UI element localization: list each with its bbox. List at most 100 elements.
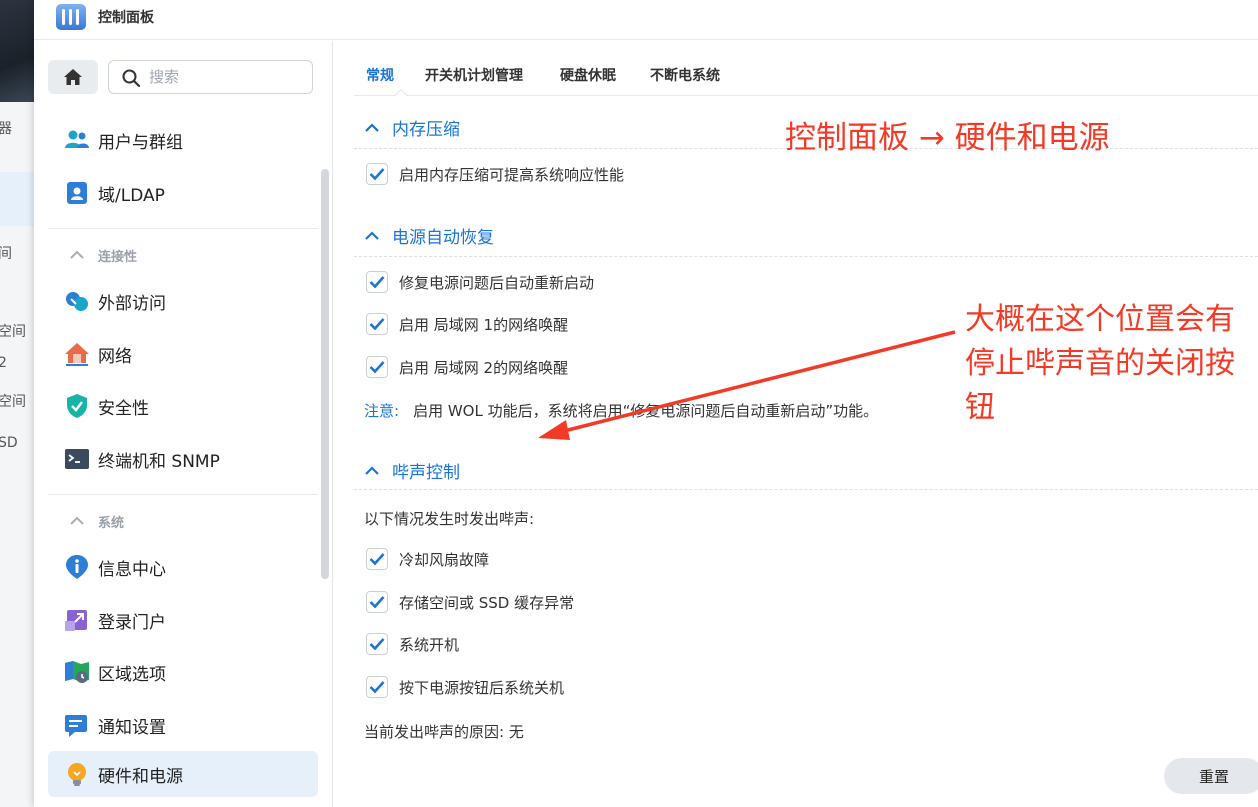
- checkmark-icon: [369, 276, 385, 289]
- checkbox-label: 启用 局域网 1的网络唤醒: [399, 315, 569, 334]
- section-title: 内存压缩: [392, 120, 460, 140]
- divider: [48, 228, 318, 229]
- sidebar-item-label: 外部访问: [98, 293, 166, 314]
- note-label: 注意:: [364, 402, 400, 420]
- sidebar-item-label: 终端机和 SNMP: [98, 451, 220, 472]
- checkbox[interactable]: [366, 591, 388, 613]
- section-memory-compression[interactable]: 内存压缩: [364, 115, 460, 140]
- checkbox-system-boot[interactable]: 系统开机: [366, 633, 459, 655]
- checkbox-label: 启用内存压缩可提高系统响应性能: [399, 165, 625, 184]
- sidebar-item-label: 信息中心: [98, 559, 166, 580]
- checkmark-icon: [369, 638, 385, 651]
- checkmark-icon: [369, 596, 385, 609]
- chevron-up-icon: [365, 230, 379, 240]
- checkbox-fan-failure[interactable]: 冷却风扇故障: [366, 548, 489, 570]
- checkbox[interactable]: [366, 313, 388, 335]
- sidebar-item-region-options[interactable]: 区域选项: [48, 649, 318, 695]
- sidebar-item-label: 用户与群组: [98, 132, 183, 153]
- section-beep-control[interactable]: 哔声控制: [364, 458, 460, 483]
- checkbox-memory-compression[interactable]: 启用内存压缩可提高系统响应性能: [366, 163, 624, 185]
- region-icon: [64, 659, 90, 685]
- control-panel-app-icon: [56, 4, 86, 30]
- background-text: 空间: [0, 324, 26, 340]
- section-title: 哔声控制: [392, 463, 460, 483]
- checkbox-auto-restart[interactable]: 修复电源问题后自动重新启动: [366, 271, 594, 293]
- notification-icon: [64, 712, 90, 738]
- checkbox[interactable]: [366, 633, 388, 655]
- users-icon: [64, 127, 90, 153]
- checkbox-storage-abnormal[interactable]: 存储空间或 SSD 缓存异常: [366, 591, 574, 613]
- shield-icon: [64, 393, 90, 419]
- checkbox-power-button-shutdown[interactable]: 按下电源按钮后系统关机: [366, 676, 564, 698]
- section-divider: [354, 256, 1258, 257]
- checkmark-icon: [369, 361, 385, 374]
- section-header-system[interactable]: 系统: [48, 506, 318, 536]
- tab-hdd-hibernation[interactable]: 硬盘休眠: [560, 65, 616, 85]
- background-text: 空间: [0, 394, 26, 410]
- sidebar-item-login-portal[interactable]: 登录门户: [48, 597, 318, 643]
- checkbox[interactable]: [366, 356, 388, 378]
- home-button[interactable]: [48, 60, 98, 94]
- sidebar-item-domain-ldap[interactable]: 域/LDAP: [48, 170, 318, 216]
- section-label: 连接性: [98, 249, 138, 265]
- search-input[interactable]: [149, 67, 299, 87]
- sidebar-item-info-center[interactable]: 信息中心: [48, 544, 318, 590]
- section-header-connectivity[interactable]: 连接性: [48, 240, 318, 270]
- search-icon: [122, 69, 141, 88]
- sidebar-item-network[interactable]: 网络: [48, 331, 318, 377]
- checkbox-label: 冷却风扇故障: [399, 550, 490, 569]
- sidebar-item-hardware-power[interactable]: 硬件和电源: [48, 751, 318, 797]
- section-power-recovery[interactable]: 电源自动恢复: [364, 223, 494, 248]
- sidebar-item-label: 安全性: [98, 398, 149, 419]
- background-text: 间: [0, 246, 12, 262]
- sidebar: 用户与群组 域/LDAP 连接性 外部访问 网络: [34, 41, 333, 807]
- checkbox-wol-lan2[interactable]: 启用 局域网 2的网络唤醒: [366, 356, 568, 378]
- sidebar-item-label: 硬件和电源: [98, 766, 183, 787]
- title-bar: 控制面板: [34, 0, 1258, 40]
- checkbox-label: 系统开机: [399, 635, 460, 654]
- section-title: 电源自动恢复: [392, 228, 494, 248]
- checkmark-icon: [369, 681, 385, 694]
- sidebar-item-users[interactable]: 用户与群组: [48, 117, 318, 163]
- checkmark-icon: [369, 168, 385, 181]
- search-box[interactable]: [108, 60, 313, 94]
- checkbox-label: 存储空间或 SSD 缓存异常: [399, 593, 575, 612]
- sidebar-item-label: 登录门户: [98, 612, 166, 633]
- checkbox[interactable]: [366, 163, 388, 185]
- tab-general[interactable]: 常规: [366, 65, 394, 85]
- checkbox[interactable]: [366, 548, 388, 570]
- checkbox-label: 按下电源按钮后系统关机: [399, 678, 565, 697]
- sidebar-item-security[interactable]: 安全性: [48, 383, 318, 429]
- bulb-icon: [64, 761, 90, 787]
- chevron-up-icon: [70, 516, 84, 525]
- checkbox[interactable]: [366, 676, 388, 698]
- background-text: 器: [0, 121, 12, 137]
- note-text: 启用 WOL 功能后，系统将启用“修复电源问题后自动重新启动”功能。: [413, 402, 879, 420]
- sidebar-item-terminal-snmp[interactable]: 终端机和 SNMP: [48, 436, 318, 482]
- current-beep-reason: 当前发出哔声的原因: 无: [364, 723, 524, 741]
- checkmark-icon: [369, 318, 385, 331]
- terminal-icon: [64, 446, 90, 472]
- reset-button[interactable]: 重置: [1164, 758, 1258, 794]
- checkbox-wol-lan1[interactable]: 启用 局域网 1的网络唤醒: [366, 313, 568, 335]
- background-text: SD: [0, 435, 18, 451]
- background-desktop: 器 间 空间 2 空间 SD: [0, 0, 34, 807]
- checkbox[interactable]: [366, 271, 388, 293]
- checkmark-icon: [369, 553, 385, 566]
- divider: [48, 494, 318, 495]
- annotation-title: 控制面板 → 硬件和电源: [785, 120, 1110, 156]
- wallpaper: [0, 0, 34, 102]
- tab-bar: 常规 开关机计划管理 硬盘休眠 不断电系统: [354, 41, 1258, 96]
- sidebar-item-notification[interactable]: 通知设置: [48, 702, 318, 748]
- section-divider: [354, 489, 1258, 490]
- wol-note: 注意: 启用 WOL 功能后，系统将启用“修复电源问题后自动重新启动”功能。: [364, 400, 878, 421]
- sidebar-item-external-access[interactable]: 外部访问: [48, 278, 318, 324]
- chevron-up-icon: [70, 250, 84, 259]
- tab-ups[interactable]: 不断电系统: [650, 65, 720, 85]
- background-selected-tile: [0, 172, 34, 226]
- tab-power-schedule[interactable]: 开关机计划管理: [425, 65, 523, 85]
- sidebar-item-label: 域/LDAP: [98, 185, 165, 206]
- chevron-up-icon: [365, 122, 379, 132]
- annotation-hint: 大概在这个位置会有停止哔声音的关闭按钮: [965, 302, 1235, 425]
- sidebar-scrollbar[interactable]: [321, 169, 329, 579]
